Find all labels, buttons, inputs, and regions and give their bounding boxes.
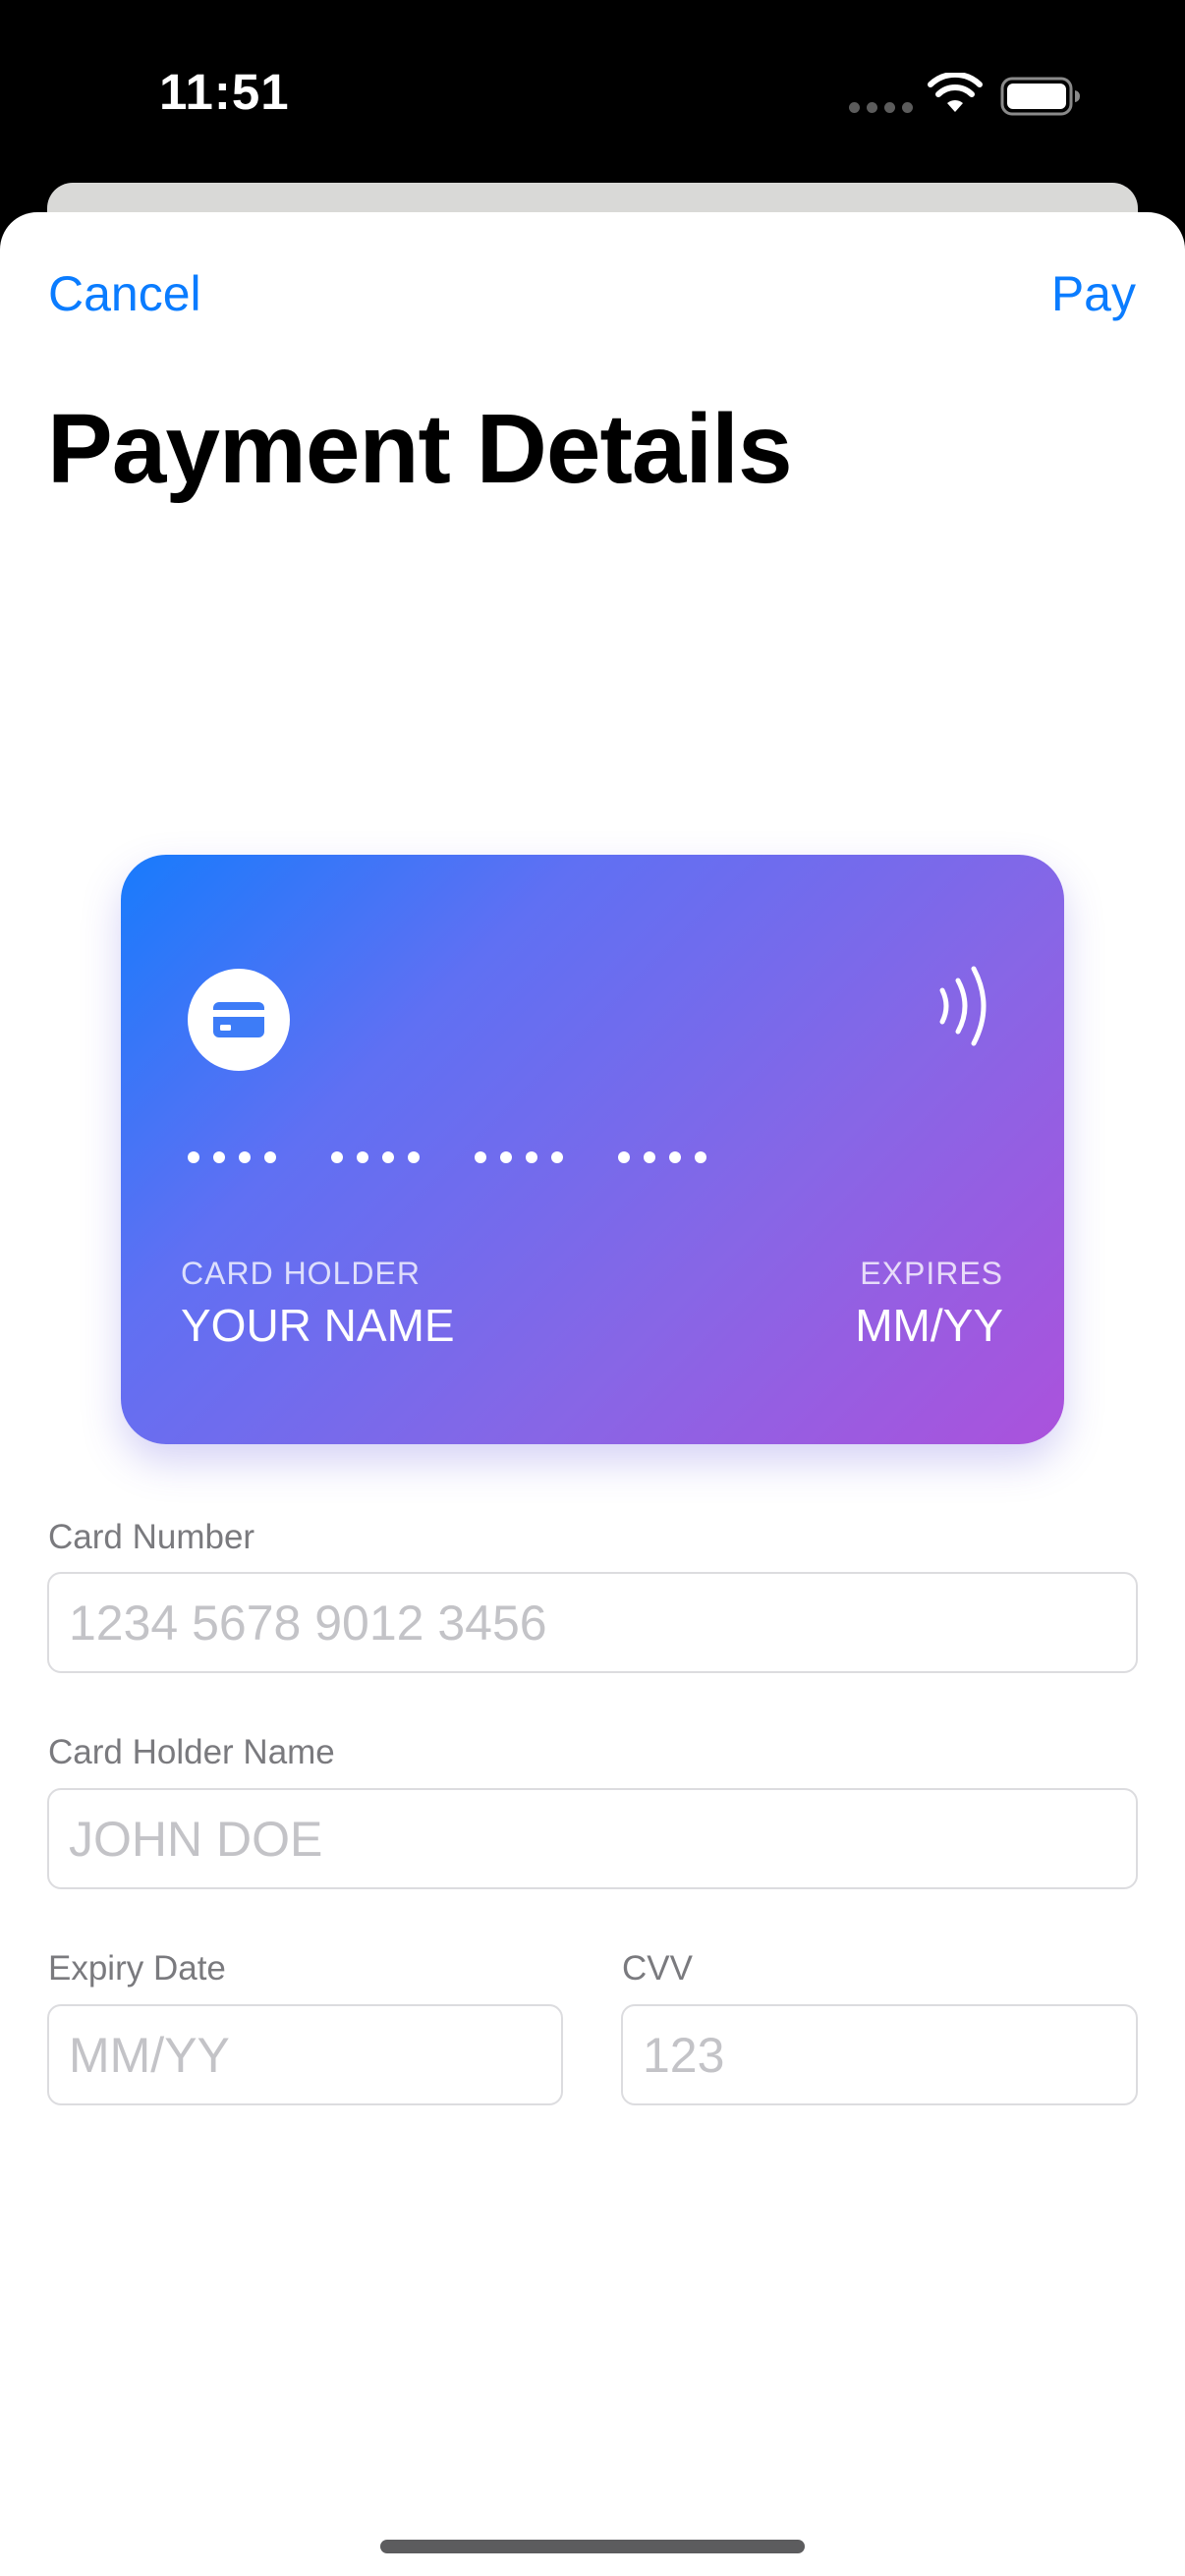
card-holder-value: YOUR NAME: [181, 1300, 455, 1351]
expires-label: EXPIRES: [860, 1256, 1003, 1291]
pay-button[interactable]: Pay: [1051, 265, 1136, 322]
card-preview: CARD HOLDER YOUR NAME EXPIRES MM/YY: [121, 855, 1064, 1444]
cellular-signal-icon: [849, 102, 913, 113]
card-number-input[interactable]: [47, 1572, 1138, 1673]
wifi-icon: [928, 73, 983, 112]
home-indicator[interactable]: [380, 2540, 805, 2553]
card-holder-label: CARD HOLDER: [181, 1256, 421, 1291]
masked-card-number: [188, 1151, 706, 1163]
expires-value: MM/YY: [855, 1300, 1003, 1351]
cvv-label: CVV: [622, 1949, 693, 1988]
card-holder-name-label: Card Holder Name: [48, 1733, 335, 1771]
card-holder-name-input[interactable]: [47, 1788, 1138, 1889]
battery-icon: [1000, 77, 1080, 116]
expiry-date-input[interactable]: [47, 2004, 563, 2105]
card-number-label: Card Number: [48, 1518, 255, 1556]
expiry-date-label: Expiry Date: [48, 1949, 226, 1988]
status-time: 11:51: [159, 64, 290, 120]
credit-card-icon: [188, 969, 290, 1071]
cvv-input[interactable]: [621, 2004, 1138, 2105]
cancel-button[interactable]: Cancel: [48, 265, 201, 322]
status-bar: 11:51: [0, 0, 1185, 187]
page-title: Payment Details: [47, 394, 793, 504]
contactless-icon: [939, 966, 987, 1046]
